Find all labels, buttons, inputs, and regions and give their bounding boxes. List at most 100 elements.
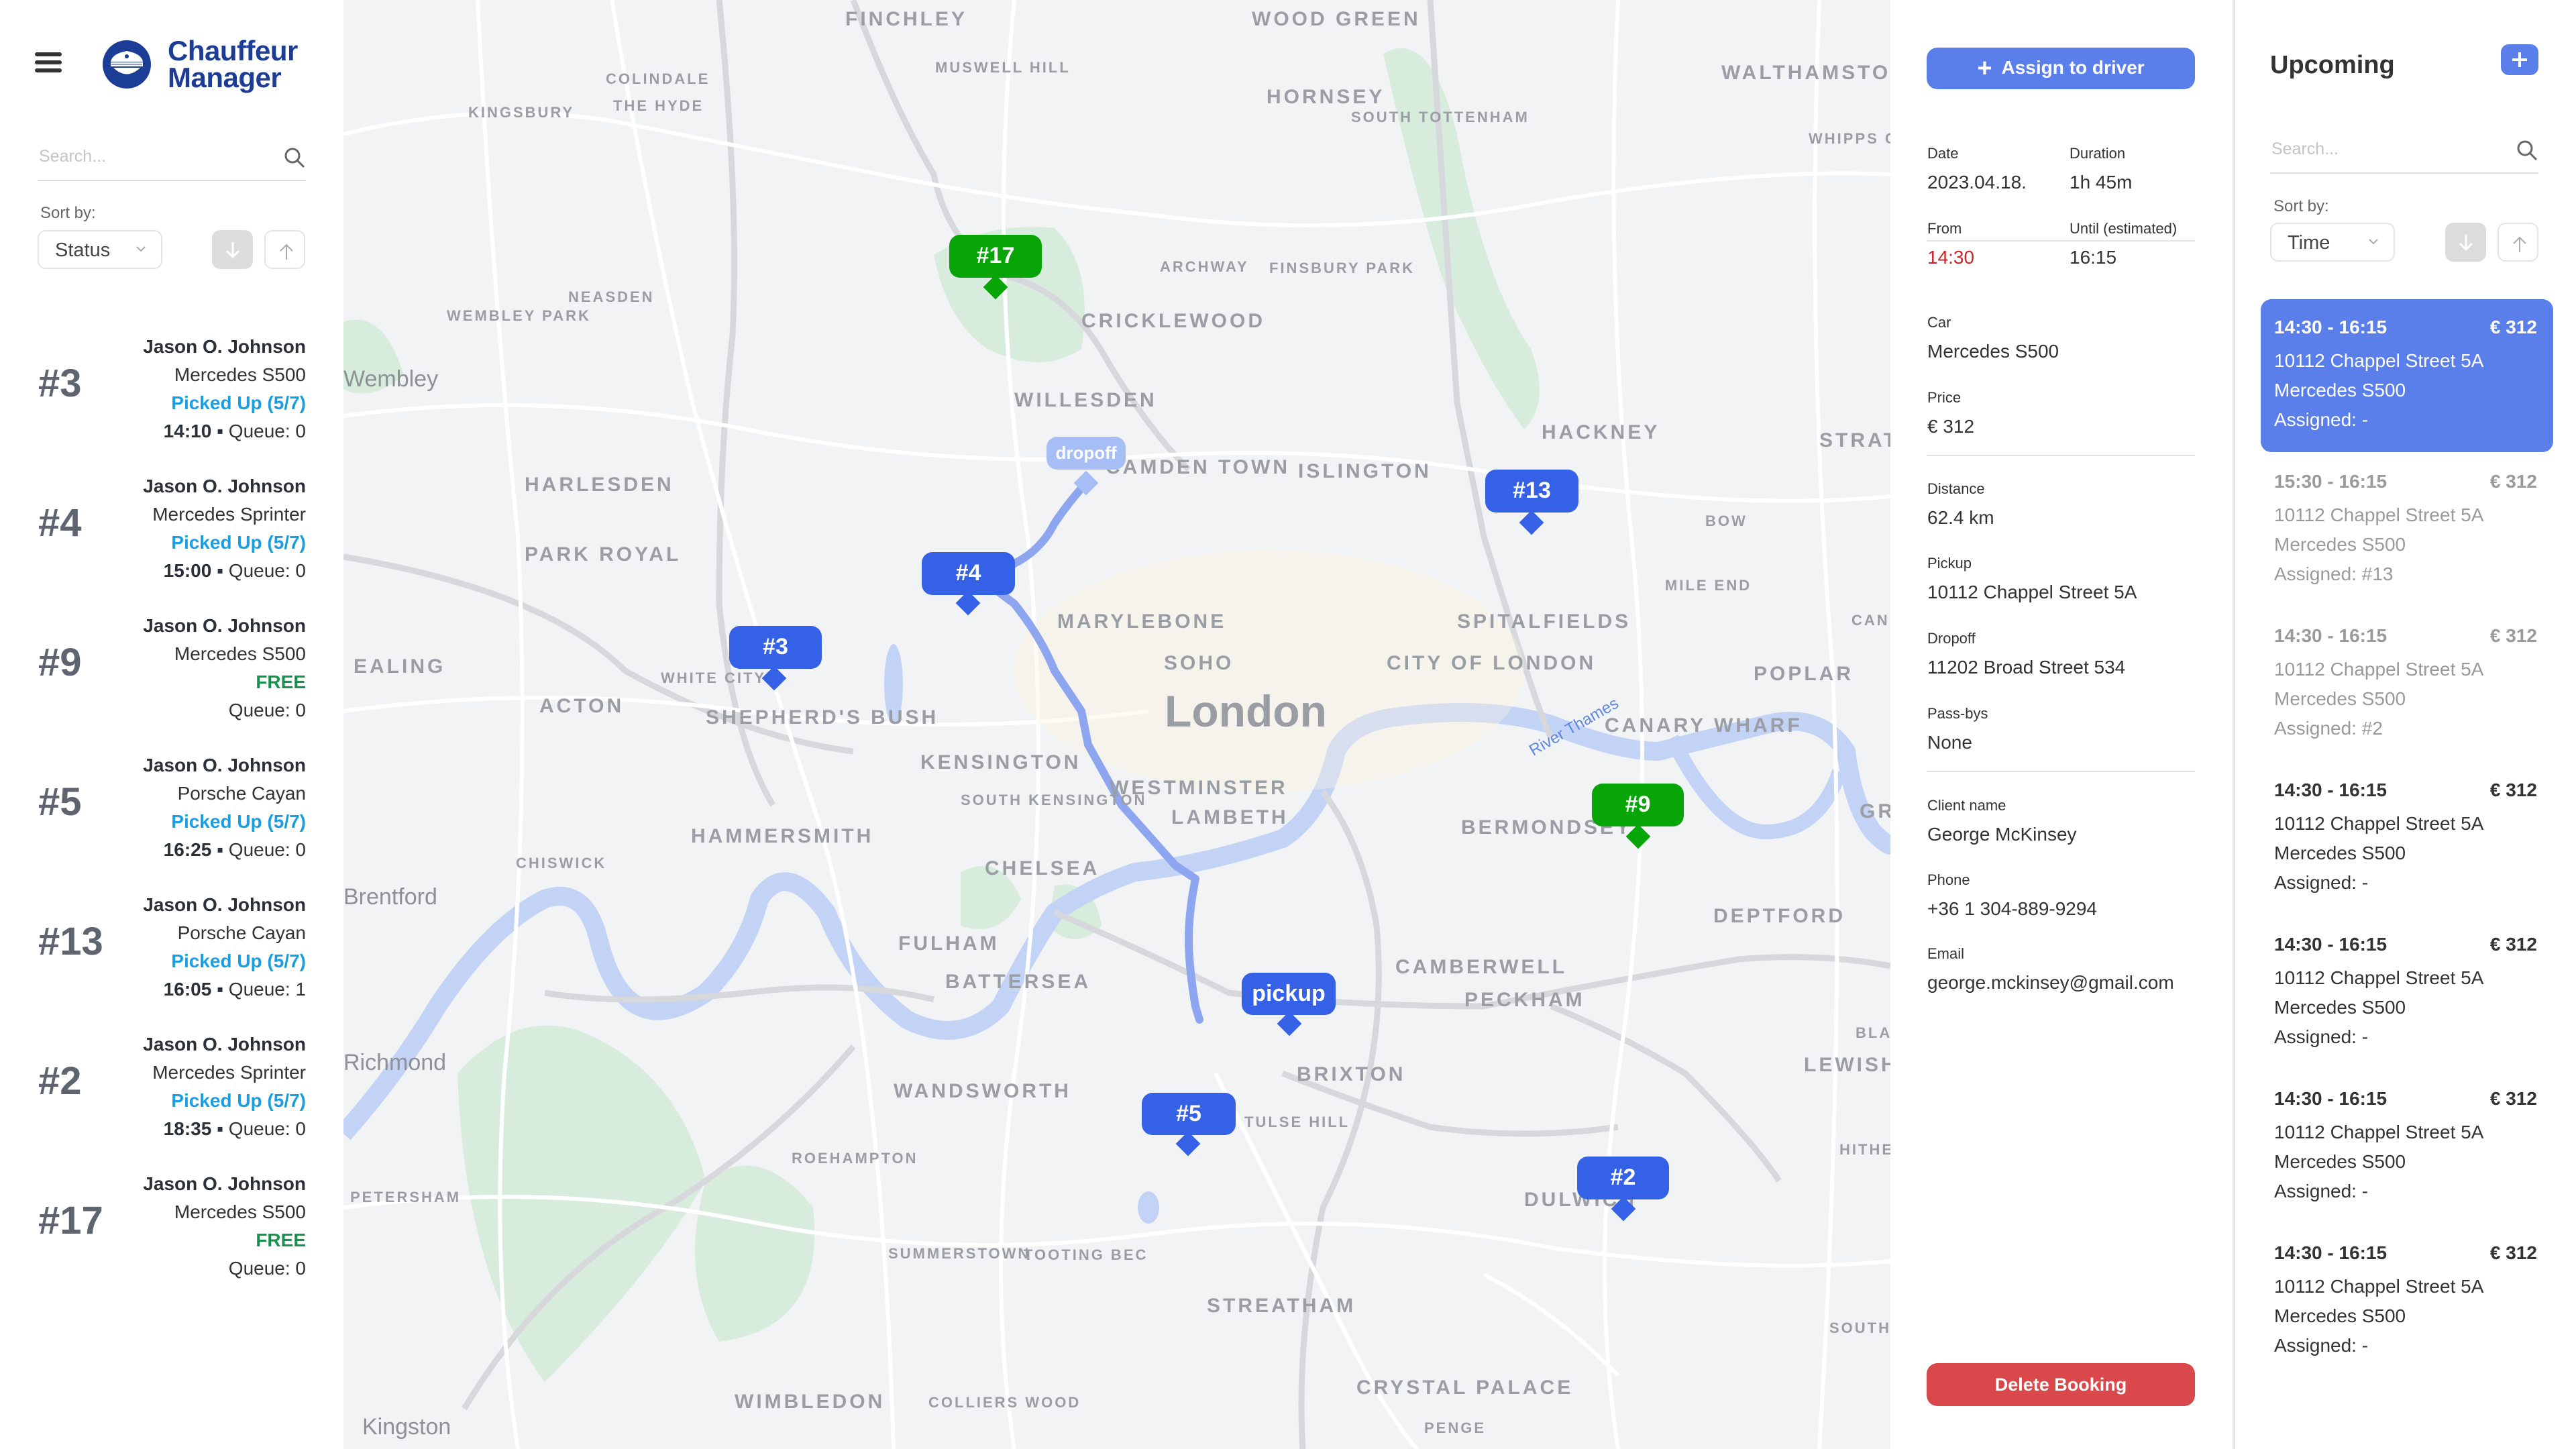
booking-time: 14:30 - 16:15 (2274, 1088, 2387, 1109)
map-place-label: White City (661, 669, 767, 686)
map-place-label: Spitalfields (1457, 610, 1631, 633)
map-place-label: Chelsea (985, 857, 1100, 879)
chevron-down-icon (2369, 239, 2378, 245)
upcoming-search-input[interactable] (2270, 139, 2501, 160)
booking-time: 14:30 - 16:15 (2274, 934, 2387, 955)
bullet-separator: ▪ (217, 560, 224, 581)
booking-card[interactable]: 14:30 - 16:15 € 312 10112 Chappel Street… (2261, 1071, 2553, 1224)
assign-to-driver-button[interactable]: + Assign to driver (1927, 48, 2195, 89)
upcoming-sort-label: Sort by: (2273, 197, 2329, 215)
driver-info: Jason O. Johnson Porsche Cayan Picked Up… (143, 751, 306, 864)
booking-info: 10112 Chappel Street 5A Mercedes S500 As… (2274, 1272, 2483, 1360)
map-place-label: Camden Town (1106, 456, 1291, 478)
driver-name: Jason O. Johnson (143, 755, 306, 775)
driver-queue: Queue: 0 (228, 700, 306, 720)
upcoming-sort-ascending-button[interactable] (2498, 223, 2538, 262)
from-field: From 14:30 (1927, 220, 1975, 268)
upcoming-sort-descending-button[interactable] (2445, 223, 2486, 262)
delete-booking-button[interactable]: Delete Booking (1927, 1363, 2195, 1406)
driver-list-item[interactable]: #17 Jason O. Johnson Mercedes S500 FREE … (0, 1144, 343, 1284)
map-place-label: Fulham (898, 932, 1000, 955)
booking-card[interactable]: 15:30 - 16:15 € 312 10112 Chappel Street… (2261, 453, 2553, 606)
map-place-label: Stratford (1819, 429, 1890, 451)
booking-card[interactable]: 14:30 - 16:15 € 312 10112 Chappel Street… (2261, 1225, 2553, 1378)
arrow-up-icon (280, 244, 293, 260)
driver-number: #5 (38, 780, 82, 824)
upcoming-sort-select[interactable]: Time (2270, 223, 2395, 262)
map-place-label: Chiswick (516, 855, 607, 871)
email-field: Email george.mckinsey@gmail.com (1927, 945, 2174, 993)
booking-price: € 312 (2489, 780, 2537, 800)
booking-info: 10112 Chappel Street 5A Mercedes S500 As… (2274, 1118, 2483, 1206)
sort-ascending-button[interactable] (264, 230, 305, 269)
map-place-label: Archway (1160, 258, 1249, 275)
client-name-field: Client name George McKinsey (1927, 797, 2077, 845)
booking-card[interactable]: 14:30 - 16:15 € 312 10112 Chappel Street… (2261, 762, 2553, 915)
driver-list-item[interactable]: #3 Jason O. Johnson Mercedes S500 Picked… (0, 307, 343, 447)
drivers-search-input[interactable] (38, 146, 268, 167)
driver-list-item[interactable]: #2 Jason O. Johnson Mercedes Sprinter Pi… (0, 1005, 343, 1144)
map-place-label: Marylebone (1057, 610, 1227, 633)
sort-select[interactable]: Status (38, 230, 162, 269)
passbys-field: Pass-bys None (1927, 705, 1988, 753)
driver-status: Picked Up (5/7) (171, 1090, 306, 1111)
driver-list-item[interactable]: #5 Jason O. Johnson Porsche Cayan Picked… (0, 726, 343, 865)
booking-card-selected[interactable]: 14:30 - 16:15 € 312 10112 Chappel Street… (2261, 299, 2553, 452)
sort-descending-button[interactable] (212, 230, 253, 269)
map-place-label: City of London (1387, 652, 1597, 674)
booking-price: € 312 (2489, 1242, 2537, 1263)
driver-number: #17 (38, 1199, 103, 1242)
menu-icon[interactable] (35, 52, 62, 74)
driver-info: Jason O. Johnson Porsche Cayan Picked Up… (143, 891, 306, 1004)
map-place-label: Walthamstow (1721, 62, 1890, 84)
booking-info: 10112 Chappel Street 5A Mercedes S500 As… (2274, 963, 2483, 1052)
booking-price: € 312 (2489, 471, 2537, 492)
driver-status: Picked Up (5/7) (171, 811, 306, 832)
driver-status: Picked Up (5/7) (171, 951, 306, 971)
map-place-label: Southend (1829, 1320, 1890, 1336)
map-place-label: Soho (1164, 652, 1234, 674)
map-view[interactable]: Finchley Wood Green Muswell Hill Colindale T… (343, 0, 1890, 1449)
plus-icon (2512, 52, 2527, 67)
booking-address: 10112 Chappel Street 5A (2274, 967, 2484, 988)
map-place-label: Harlesden (525, 474, 674, 496)
upcoming-search[interactable] (2270, 129, 2538, 174)
search-icon[interactable] (283, 146, 306, 169)
booking-card[interactable]: 14:30 - 16:15 € 312 10112 Chappel Street… (2261, 608, 2553, 761)
chauffeur-cap-logo-icon (103, 40, 151, 89)
booking-card[interactable]: 14:30 - 16:15 € 312 10112 Chappel Street… (2261, 916, 2553, 1069)
booking-assigned: Assigned: - (2274, 1181, 2369, 1201)
map-place-label: Crystal Palace (1356, 1377, 1574, 1399)
map-place-label: Camberwell (1395, 956, 1568, 978)
marker-label: #4 (922, 552, 1015, 595)
booking-time: 14:30 - 16:15 (2274, 780, 2387, 800)
map-place-label: Whipps Cross (1809, 130, 1890, 147)
map-place-label: Kensington (920, 751, 1081, 773)
driver-queue: Queue: 0 (228, 839, 306, 860)
driver-list-item[interactable]: #13 Jason O. Johnson Porsche Cayan Picke… (0, 865, 343, 1005)
driver-list-item[interactable]: #4 Jason O. Johnson Mercedes Sprinter Pi… (0, 447, 343, 586)
booking-address: 10112 Chappel Street 5A (2274, 659, 2484, 680)
map-place-label: South Tottenham (1351, 109, 1529, 125)
add-booking-button[interactable] (2501, 44, 2538, 75)
booking-price: € 312 (2489, 317, 2537, 337)
marker-label: #13 (1485, 470, 1578, 513)
driver-car: Mercedes S500 (174, 1201, 306, 1222)
driver-name: Jason O. Johnson (143, 615, 306, 636)
booking-assigned: Assigned: - (2274, 1335, 2369, 1356)
drivers-search[interactable] (38, 137, 306, 181)
map-place-label: Hackney (1542, 421, 1660, 443)
driver-queue: Queue: 0 (228, 560, 306, 581)
driver-list-item[interactable]: #9 Jason O. Johnson Mercedes S500 FREE Q… (0, 586, 343, 726)
arrow-down-icon (2459, 235, 2473, 252)
booking-car: Mercedes S500 (2274, 380, 2406, 400)
marker-label: #17 (949, 235, 1042, 278)
search-icon[interactable] (2516, 139, 2538, 162)
map-place-label: Mile End (1665, 577, 1752, 594)
driver-car: Mercedes S500 (174, 364, 306, 385)
marker-label: #5 (1142, 1093, 1236, 1135)
driver-name: Jason O. Johnson (143, 336, 306, 357)
driver-car: Mercedes S500 (174, 643, 306, 664)
map-place-label: Bow (1705, 513, 1748, 529)
map-place-label: Petersham (350, 1189, 462, 1205)
